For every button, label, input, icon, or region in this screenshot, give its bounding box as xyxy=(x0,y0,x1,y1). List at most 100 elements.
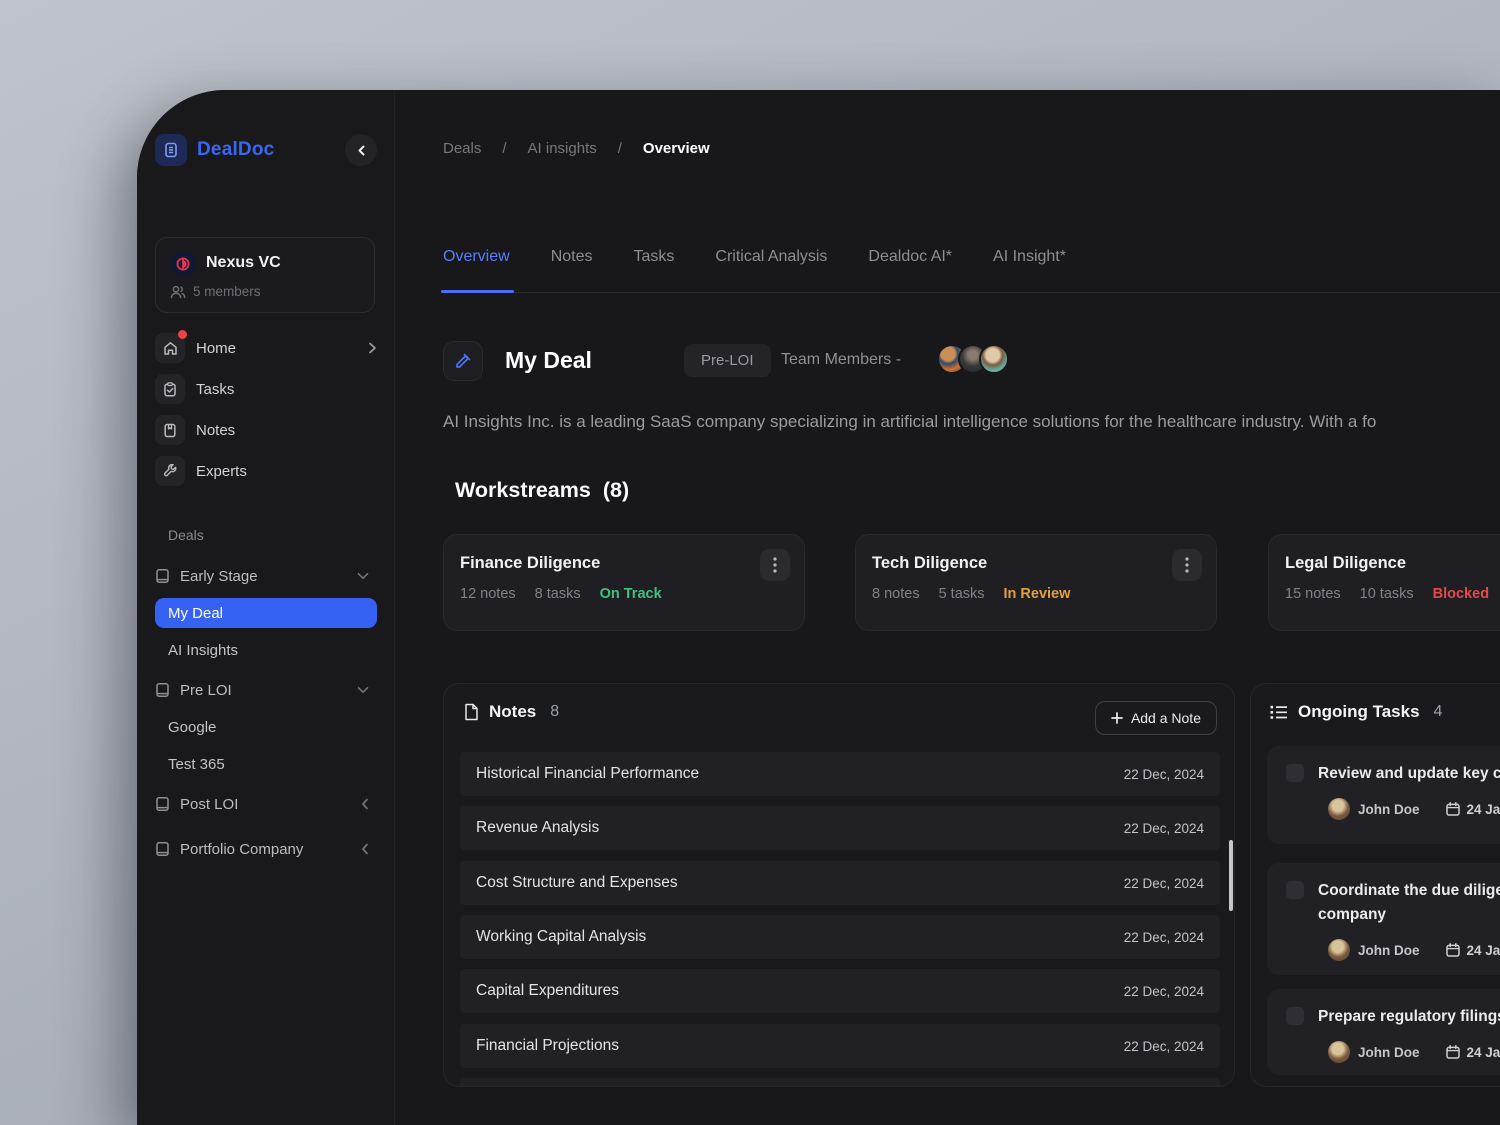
status-badge: In Review xyxy=(1004,586,1071,602)
task-checkbox[interactable] xyxy=(1286,1007,1304,1025)
sidebar-item-tasks[interactable]: Tasks xyxy=(155,373,377,405)
sidebar-item-portfolio-company[interactable]: Portfolio Company xyxy=(155,836,377,862)
tab-ai-insight[interactable]: AI Insight* xyxy=(993,248,1066,292)
tasks-count: 5 tasks xyxy=(939,586,985,602)
pencil-edit-icon xyxy=(454,352,472,370)
tab-critical-analysis[interactable]: Critical Analysis xyxy=(715,248,827,292)
tab-dealdoc-ai[interactable]: Dealdoc AI* xyxy=(868,248,952,292)
kebab-menu-icon[interactable] xyxy=(760,549,790,581)
team-members-label: Team Members - xyxy=(781,351,901,369)
deals-section-label: Deals xyxy=(168,527,204,543)
book-icon xyxy=(155,682,170,698)
breadcrumb-separator: / xyxy=(502,140,506,157)
dealdoc-logo-icon xyxy=(155,134,187,166)
scrollbar-thumb[interactable] xyxy=(1229,840,1233,911)
document-icon xyxy=(463,703,479,721)
breadcrumb-ai-insights[interactable]: AI insights xyxy=(528,140,597,157)
note-row[interactable]: Revenue Analysis 22 Dec, 2024 xyxy=(460,806,1220,850)
breadcrumb-overview[interactable]: Overview xyxy=(643,140,710,157)
note-row[interactable]: Financial Projections 22 Dec, 2024 xyxy=(460,1024,1220,1068)
sidebar-item-experts[interactable]: Experts xyxy=(155,455,377,487)
note-row[interactable]: Historical Financial Performance 22 Dec,… xyxy=(460,752,1220,796)
task-card[interactable]: Coordinate the due dilige company John D… xyxy=(1267,863,1500,975)
chevron-right-icon xyxy=(368,342,377,354)
notebook-icon xyxy=(155,415,185,445)
tasks-panel-title: Ongoing Tasks xyxy=(1298,702,1420,722)
status-badge: On Track xyxy=(600,586,662,602)
edit-deal-button[interactable] xyxy=(443,341,483,381)
notes-count: 15 notes xyxy=(1285,586,1341,602)
deal-header: My Deal Pre-LOI Team Members - Deal Type… xyxy=(443,341,1500,383)
breadcrumb-deals[interactable]: Deals xyxy=(443,140,481,157)
logo-row: DealDoc xyxy=(155,136,377,168)
app-window: DealDoc Nexus VC 5 members Home xyxy=(137,90,1500,1125)
workstream-card-legal[interactable]: Legal Diligence 15 notes 10 tasks Blocke… xyxy=(1268,534,1500,631)
notes-panel: Notes 8 Add a Note Historical Financial … xyxy=(443,683,1235,1087)
breadcrumb: Deals / AI insights / Overview xyxy=(443,140,710,157)
task-card[interactable]: Review and update key c John Doe 24 Ja xyxy=(1267,746,1500,844)
sidebar-item-early-stage[interactable]: Early Stage xyxy=(155,563,377,589)
note-row[interactable]: Cost Structure and Expenses 22 Dec, 2024 xyxy=(460,861,1220,905)
tab-tasks[interactable]: Tasks xyxy=(633,248,674,292)
kebab-menu-icon[interactable] xyxy=(1172,549,1202,581)
workspace-logo-icon xyxy=(170,251,196,277)
workspace-card[interactable]: Nexus VC 5 members xyxy=(155,237,375,313)
chevron-left-icon xyxy=(361,843,369,855)
tasks-count: 10 tasks xyxy=(1360,586,1414,602)
deal-title: My Deal xyxy=(505,347,592,374)
sidebar-item-post-loi[interactable]: Post LOI xyxy=(155,791,377,817)
chevron-down-icon xyxy=(357,572,369,580)
workspace-members: 5 members xyxy=(170,284,261,299)
team-avatars[interactable] xyxy=(937,344,1009,374)
list-icon xyxy=(1270,705,1288,720)
task-checkbox[interactable] xyxy=(1286,881,1304,899)
tab-notes[interactable]: Notes xyxy=(551,248,593,292)
workstream-card-tech[interactable]: Tech Diligence 8 notes 5 tasks In Review xyxy=(855,534,1217,631)
workspace-name: Nexus VC xyxy=(206,254,281,272)
task-card[interactable]: Prepare regulatory filings John Doe 24 J… xyxy=(1267,989,1500,1075)
breadcrumb-separator: / xyxy=(618,140,622,157)
sidebar-item-ai-insights[interactable]: AI Insights xyxy=(168,639,238,661)
wrench-icon xyxy=(155,456,185,486)
sidebar-item-home[interactable]: Home xyxy=(155,332,377,364)
book-icon xyxy=(155,796,170,812)
note-row[interactable]: Working Capital Analysis 22 Dec, 2024 xyxy=(460,915,1220,959)
sidebar-item-notes[interactable]: Notes xyxy=(155,414,377,446)
workstream-card-finance[interactable]: Finance Diligence 12 notes 8 tasks On Tr… xyxy=(443,534,805,631)
tab-overview[interactable]: Overview xyxy=(443,248,510,292)
task-checkbox[interactable] xyxy=(1286,764,1304,782)
app-title: DealDoc xyxy=(197,139,274,161)
book-icon xyxy=(155,568,170,584)
notification-dot xyxy=(178,330,187,339)
sidebar-collapse-button[interactable] xyxy=(345,134,377,166)
notes-panel-count: 8 xyxy=(550,703,559,721)
book-icon xyxy=(155,841,170,857)
people-icon xyxy=(170,285,186,299)
assignee-avatar xyxy=(1328,939,1350,961)
avatar xyxy=(979,344,1009,374)
calendar-icon xyxy=(1446,802,1460,816)
assignee-avatar xyxy=(1328,798,1350,820)
notes-count: 8 notes xyxy=(872,586,920,602)
calendar-icon xyxy=(1446,1045,1460,1059)
sidebar-item-test-365[interactable]: Test 365 xyxy=(168,753,225,775)
note-row-partial[interactable] xyxy=(460,1078,1220,1087)
home-icon xyxy=(155,333,185,363)
notes-panel-title: Notes xyxy=(489,702,536,722)
note-row[interactable]: Capital Expenditures 22 Dec, 2024 xyxy=(460,969,1220,1013)
tasks-count: 8 tasks xyxy=(535,586,581,602)
sidebar: DealDoc Nexus VC 5 members Home xyxy=(137,90,395,1125)
sidebar-item-google[interactable]: Google xyxy=(168,716,216,738)
sidebar-item-my-deal[interactable]: My Deal xyxy=(155,598,377,628)
chevron-down-icon xyxy=(357,686,369,694)
deal-description: AI Insights Inc. is a leading SaaS compa… xyxy=(443,412,1500,432)
chevron-left-icon xyxy=(361,798,369,810)
add-note-button[interactable]: Add a Note xyxy=(1095,701,1217,735)
tab-bar: Overview Notes Tasks Critical Analysis D… xyxy=(441,248,1500,293)
tasks-panel-count: 4 xyxy=(1434,703,1443,721)
workstreams-heading: Workstreams(8) xyxy=(443,478,629,503)
notes-count: 12 notes xyxy=(460,586,516,602)
plus-icon xyxy=(1111,712,1123,724)
ongoing-tasks-panel: Ongoing Tasks 4 Review and update key c … xyxy=(1250,683,1500,1087)
sidebar-item-pre-loi[interactable]: Pre LOI xyxy=(155,677,377,703)
